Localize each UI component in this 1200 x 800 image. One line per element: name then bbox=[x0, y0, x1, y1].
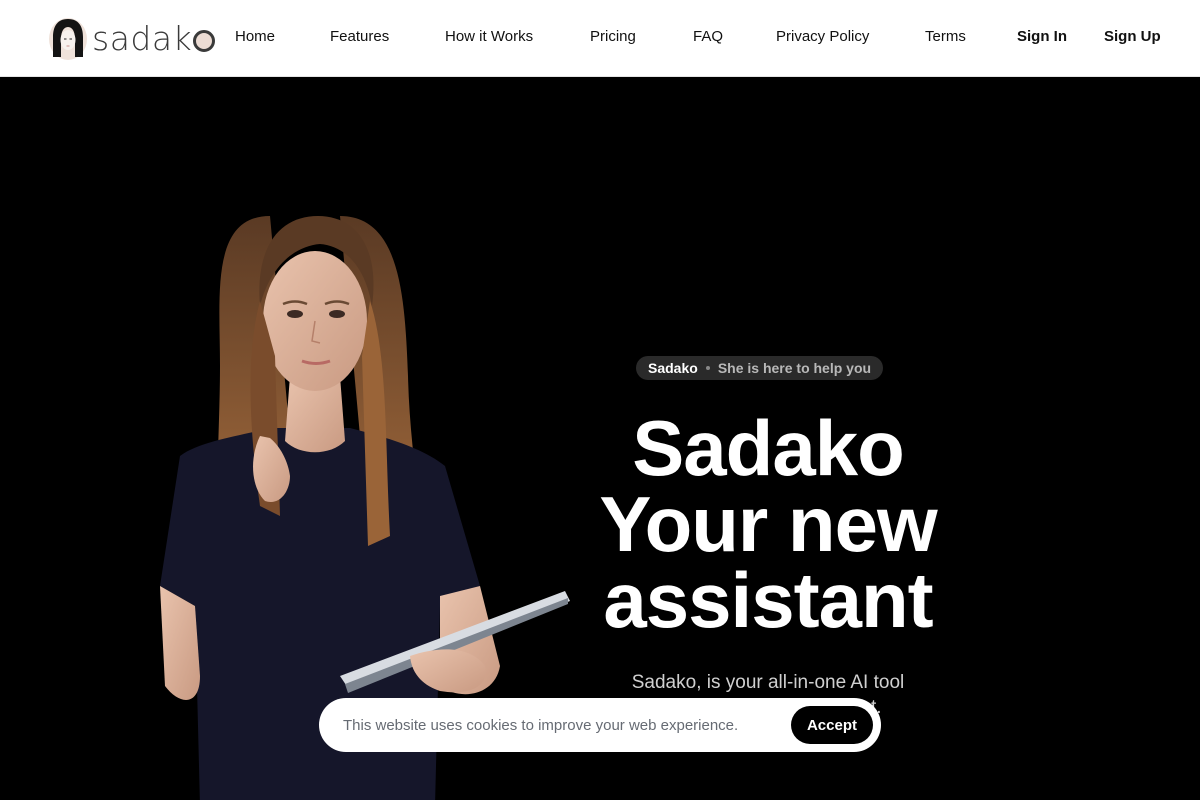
subtitle-line-1: Sadako, is your all-in-one AI tool bbox=[631, 672, 905, 693]
nav-terms[interactable]: Terms bbox=[925, 28, 966, 45]
headline-line-2: Your new bbox=[599, 480, 937, 568]
sign-in-link[interactable]: Sign In bbox=[1017, 28, 1067, 45]
headline-line-3: assistant bbox=[603, 556, 933, 644]
cookie-message: This website uses cookies to improve you… bbox=[343, 716, 739, 734]
brand-name: sadak bbox=[92, 22, 216, 55]
cookie-banner: This website uses cookies to improve you… bbox=[319, 698, 881, 752]
accept-cookies-button[interactable]: Accept bbox=[790, 706, 873, 744]
top-navigation: sadak Home Features How it Works Pricing… bbox=[0, 0, 1200, 77]
nav-faq[interactable]: FAQ bbox=[693, 28, 723, 45]
sign-up-link[interactable]: Sign Up bbox=[1104, 28, 1161, 45]
badge-tagline: She is here to help you bbox=[717, 360, 872, 376]
badge-brand: Sadako bbox=[648, 360, 698, 376]
dot-icon bbox=[705, 366, 710, 370]
hero-badge: Sadako She is here to help you bbox=[636, 356, 884, 380]
hero-headline: Sadako Your new assistant bbox=[540, 404, 996, 644]
nav-features[interactable]: Features bbox=[330, 28, 389, 45]
nav-pricing[interactable]: Pricing bbox=[590, 28, 636, 45]
nav-privacy-policy[interactable]: Privacy Policy bbox=[776, 28, 869, 45]
girl-portrait-icon bbox=[49, 18, 87, 60]
nav-home[interactable]: Home bbox=[235, 28, 275, 45]
headline-line-1: Sadako bbox=[632, 404, 904, 492]
hero-section: Sadako She is here to help you Sadako Yo… bbox=[0, 78, 1200, 800]
logo-link[interactable]: sadak bbox=[48, 14, 216, 62]
nav-how-it-works[interactable]: How it Works bbox=[445, 28, 533, 45]
